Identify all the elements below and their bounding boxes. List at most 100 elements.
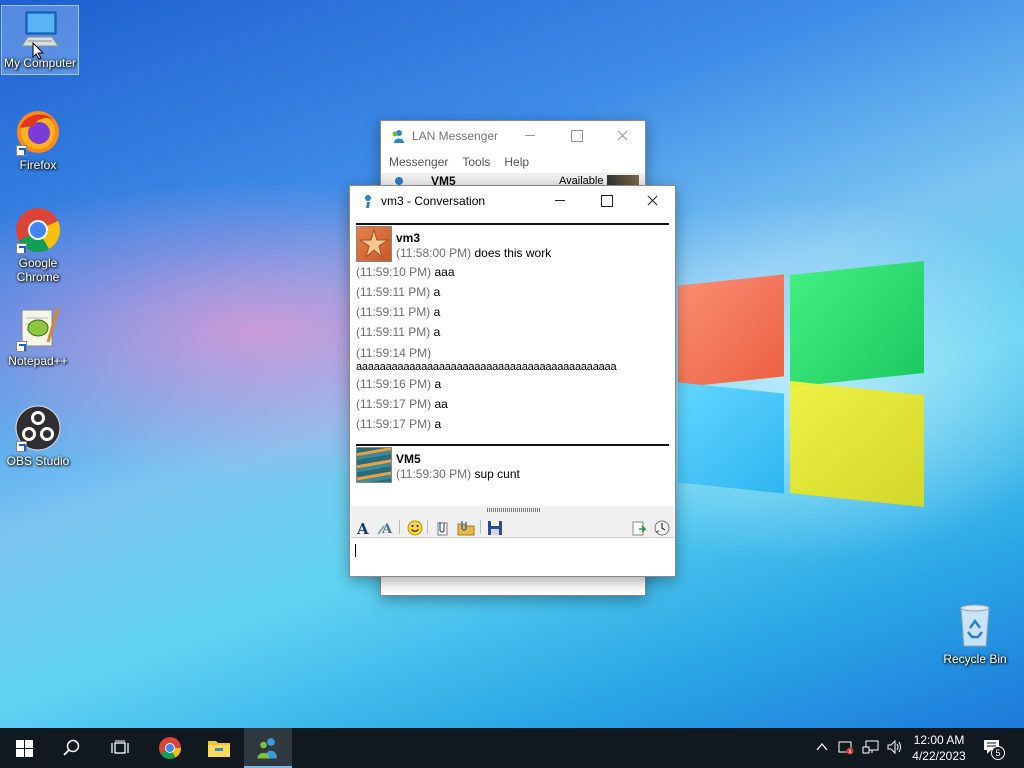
chat-message: (11:59:11 PM) a — [356, 325, 441, 339]
chevron-up-icon — [816, 742, 828, 751]
window-title: vm3 - Conversation — [381, 194, 486, 208]
desktop-icon-google-chrome[interactable]: Google Chrome — [0, 206, 76, 284]
shortcut-arrow-icon — [16, 341, 27, 352]
sender-name: VM5 — [396, 452, 421, 466]
mouse-cursor-icon — [32, 42, 45, 60]
lan-messenger-icon — [257, 738, 277, 759]
task-view-button[interactable] — [96, 728, 144, 768]
clock-button[interactable]: 12:00 AM 4/22/2023 — [908, 732, 970, 764]
start-button[interactable] — [0, 728, 48, 768]
recycle-bin-icon — [951, 602, 999, 650]
show-hidden-icons-button[interactable] — [815, 740, 829, 757]
shortcut-arrow-icon — [16, 441, 27, 452]
font-color-icon: A — [377, 522, 393, 536]
taskbar-file-explorer[interactable] — [195, 728, 243, 768]
clock-transfer-icon — [654, 520, 670, 535]
desktop-icon-firefox[interactable]: Firefox — [0, 108, 76, 172]
obs-studio-icon — [14, 404, 62, 452]
message-history[interactable]: vm3 (11:58:00 PM) does this work (11:59:… — [356, 223, 669, 483]
desktop-icon-obs-studio[interactable]: OBS Studio — [0, 404, 76, 468]
menu-tools[interactable]: Tools — [462, 155, 490, 169]
smiley-icon — [407, 520, 423, 535]
folder-attach-icon — [457, 520, 475, 535]
chat-message: (11:59:14 PM) aaaaaaaaaaaaaaaaaaaaaaaaaa… — [356, 346, 617, 373]
computer-icon — [16, 6, 64, 60]
action-center-button[interactable]: 5 — [982, 738, 1005, 760]
grip-icon — [487, 508, 541, 512]
chrome-icon — [159, 737, 181, 759]
splitter-handle[interactable] — [351, 506, 674, 516]
tray-security-button[interactable]: x — [838, 739, 854, 758]
emoticon-button[interactable] — [406, 519, 424, 536]
notification-count-badge: 5 — [991, 746, 1005, 760]
firefox-icon — [14, 108, 62, 156]
menu-messenger[interactable]: Messenger — [389, 155, 448, 169]
history-button[interactable] — [630, 519, 648, 536]
taskbar-lan-messenger[interactable] — [244, 728, 292, 768]
tray-network-button[interactable] — [862, 739, 880, 758]
conversation-window[interactable]: vm3 - Conversation vm3 (11:58:00 PM) doe… — [349, 185, 676, 577]
message-toolbar: A A — [351, 516, 674, 538]
close-button[interactable] — [599, 121, 645, 151]
message-block: VM5 (11:59:30 PM) sup cunt — [356, 446, 669, 483]
text-caret — [355, 544, 356, 557]
message-input[interactable] — [351, 539, 674, 575]
minimize-button[interactable] — [507, 121, 553, 151]
toolbar-separator — [427, 520, 428, 534]
desktop-icon-label: Google Chrome — [16, 256, 60, 284]
menu-bar: Messenger Tools Help — [381, 151, 645, 173]
svg-text:A: A — [356, 520, 369, 536]
avatar-starfish — [356, 226, 392, 262]
sender-name: vm3 — [396, 231, 421, 245]
windows-logo-wallpaper — [676, 258, 926, 510]
taskbar-chrome[interactable] — [146, 728, 194, 768]
shortcut-arrow-icon — [16, 243, 27, 254]
send-folder-button[interactable] — [457, 519, 475, 536]
font-button[interactable]: A — [355, 519, 373, 536]
desktop-icon-recycle-bin[interactable]: Recycle Bin — [937, 602, 1013, 666]
chrome-icon — [14, 206, 62, 254]
clock-time: 12:00 AM — [913, 733, 965, 747]
chat-message: (11:58:00 PM) does this work — [396, 246, 552, 260]
search-icon — [63, 739, 80, 756]
chat-message: (11:59:17 PM) aa — [356, 397, 448, 411]
transfers-button[interactable] — [653, 519, 671, 536]
history-icon — [632, 521, 647, 535]
chat-message: (11:59:16 PM) a — [356, 377, 442, 391]
lan-messenger-titlebar[interactable]: LAN Messenger — [381, 121, 645, 151]
tray-volume-button[interactable] — [886, 739, 904, 758]
security-warning-icon: x — [838, 741, 854, 755]
lan-messenger-app-icon — [392, 130, 404, 143]
conversation-titlebar[interactable]: vm3 - Conversation — [350, 186, 675, 216]
volume-icon — [887, 739, 901, 755]
search-button[interactable] — [48, 728, 96, 768]
save-disk-icon — [488, 520, 502, 535]
toolbar-separator — [480, 520, 481, 534]
windows-start-icon — [15, 739, 33, 757]
taskbar: x 12:00 AM 4/22/2023 5 — [0, 728, 1024, 768]
desktop-icon-notepad-plus-plus[interactable]: Notepad++ — [0, 304, 76, 368]
save-button[interactable] — [486, 519, 504, 536]
chat-message: (11:59:11 PM) a — [356, 305, 441, 319]
chat-message: (11:59:17 PM) a — [356, 417, 442, 431]
menu-help[interactable]: Help — [504, 155, 529, 169]
shortcut-arrow-icon — [16, 145, 27, 156]
desktop-icon-my-computer[interactable]: My Computer — [1, 5, 79, 75]
window-title: LAN Messenger — [412, 129, 499, 143]
svg-text:x: x — [849, 749, 852, 755]
minimize-button[interactable] — [537, 186, 583, 216]
desktop-icon-label: Recycle Bin — [943, 652, 1007, 666]
avatar-stairs — [356, 447, 392, 483]
message-block: vm3 (11:58:00 PM) does this work — [356, 225, 669, 262]
desktop-icon-label: OBS Studio — [6, 454, 70, 468]
desktop-icon-label: Firefox — [19, 158, 57, 172]
task-view-icon — [111, 740, 129, 754]
send-file-button[interactable] — [433, 519, 451, 536]
network-icon — [862, 740, 879, 754]
maximize-button[interactable] — [553, 121, 599, 151]
font-color-button[interactable]: A — [377, 519, 395, 536]
chat-message: (11:59:11 PM) a — [356, 285, 441, 299]
maximize-button[interactable] — [583, 186, 629, 216]
file-explorer-icon — [208, 741, 230, 757]
close-button[interactable] — [629, 186, 675, 216]
